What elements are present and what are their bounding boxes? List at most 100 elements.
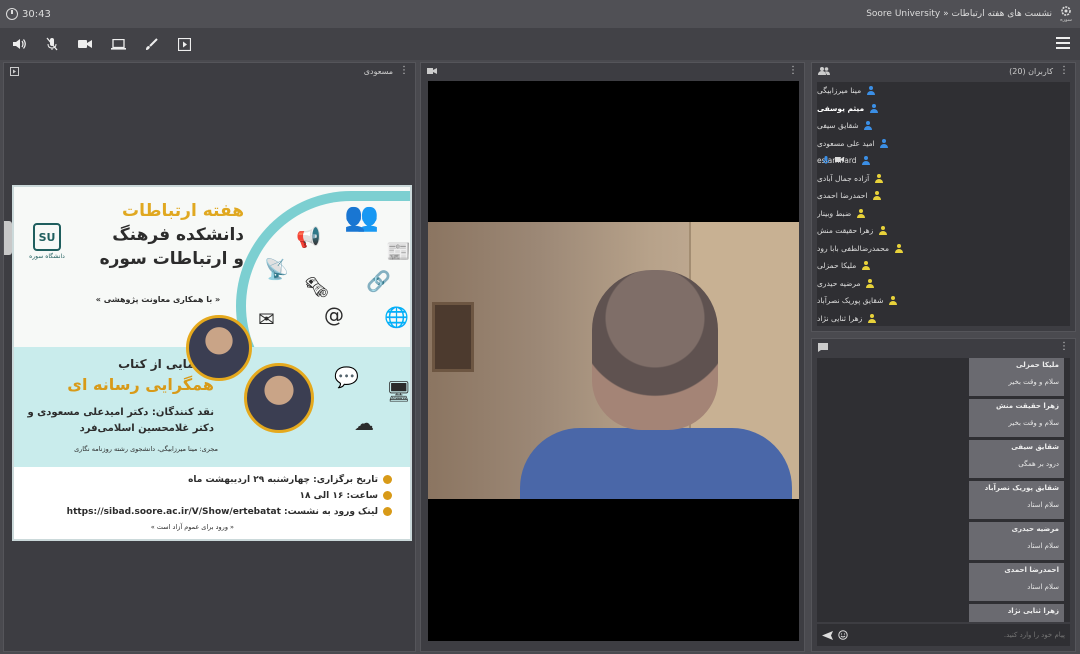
screen-share-button[interactable] bbox=[107, 33, 129, 55]
users-group-icon: 👥 bbox=[344, 200, 379, 233]
user-icon bbox=[866, 86, 875, 96]
user-name: شقایق سیفی bbox=[817, 121, 859, 131]
logo-caption: سوره bbox=[1060, 17, 1072, 23]
host-text: مجری: مینا میرزابیگی، دانشجوی رشته روزنا… bbox=[74, 445, 218, 453]
user-row[interactable]: eslamifard bbox=[817, 152, 1070, 170]
user-row[interactable]: میثم یوسفی bbox=[817, 100, 1070, 118]
user-name: ملیکا حمزلی bbox=[817, 261, 857, 271]
collapse-handle[interactable] bbox=[4, 221, 12, 255]
user-name: میثم یوسفی bbox=[817, 103, 865, 113]
poster-subtitle: « با همکاری معاونت پژوهشی » bbox=[95, 295, 221, 304]
video-options-button[interactable]: ⋮ bbox=[788, 66, 798, 76]
present-icon bbox=[10, 66, 19, 76]
user-name: امید علی مسعودی bbox=[817, 138, 875, 148]
cloud-upload-icon: ☁ bbox=[354, 411, 374, 435]
user-icon bbox=[874, 173, 883, 183]
present-icon bbox=[177, 37, 191, 51]
chat-options-button[interactable]: ⋮ bbox=[1059, 342, 1069, 352]
antenna-icon: 📡 bbox=[264, 257, 289, 281]
users-options-button[interactable]: ⋮ bbox=[1059, 66, 1069, 76]
user-row[interactable]: زهرا حقیقت منش bbox=[817, 222, 1070, 240]
send-button[interactable] bbox=[822, 630, 833, 640]
camera-icon bbox=[835, 157, 844, 162]
mail-icon: ✉ bbox=[258, 307, 275, 331]
email-at-icon: @ bbox=[324, 303, 344, 327]
chat-header: ⋮ bbox=[812, 339, 1075, 355]
chat-text: سلام و وقت بخیر bbox=[1008, 419, 1059, 427]
webcam-video[interactable] bbox=[428, 81, 799, 641]
users-icon bbox=[818, 67, 830, 75]
user-icon bbox=[869, 103, 878, 113]
newspaper-icon: 📰 bbox=[386, 239, 411, 263]
university-logo: سوره bbox=[1058, 5, 1074, 23]
presentation-options-button[interactable]: ⋮ bbox=[399, 66, 409, 76]
webcam-stream bbox=[428, 222, 799, 499]
logo-text: دانشگاه سوره bbox=[29, 253, 65, 260]
camera-icon bbox=[427, 68, 437, 74]
menu-button[interactable] bbox=[1056, 37, 1070, 49]
screen-share-icon bbox=[110, 38, 126, 50]
monitor-icon: 🖥 bbox=[386, 379, 412, 403]
chat-text: سلام و وقت بخیر bbox=[1008, 378, 1059, 386]
chat-text: سلام استاد bbox=[1027, 583, 1059, 591]
microphone-button[interactable] bbox=[41, 33, 63, 55]
poster-title: هفته ارتباطات دانشکده فرهنگ و ارتباطات س… bbox=[74, 199, 244, 271]
mic-active-icon bbox=[823, 156, 829, 164]
users-panel: کاربران (20) ⋮ مینا میرزابیگی میثم یوسفی ش… bbox=[811, 62, 1076, 332]
session-title: Soore University » نشست های هفته ارتباطا… bbox=[866, 5, 1074, 23]
chat-messages: ملیکا حمزلی سلام و وقت بخیر زهرا حقیقت منش… bbox=[817, 358, 1070, 622]
user-row[interactable]: شقایق سیفی bbox=[817, 117, 1070, 135]
logo-gear-icon bbox=[1061, 6, 1071, 16]
user-icon bbox=[866, 278, 875, 288]
chat-sender: شقایق پوریک نصرآباد bbox=[984, 484, 1059, 492]
user-row[interactable]: محمدرضالطفی بابا رود bbox=[817, 240, 1070, 258]
user-row[interactable]: مینا میرزابیگی bbox=[817, 82, 1070, 100]
timer-text: 30:43 bbox=[22, 8, 51, 20]
video-header: ⋮ bbox=[421, 63, 804, 79]
user-icon bbox=[864, 121, 873, 131]
title-line-3: و ارتباطات سوره bbox=[99, 249, 244, 269]
chat-icon bbox=[818, 342, 828, 352]
chat-text: سلام استاد bbox=[1027, 501, 1059, 509]
user-row[interactable]: ضبط وبینار bbox=[817, 205, 1070, 223]
user-row[interactable]: شقایق پوریک نصرآباد bbox=[817, 292, 1070, 310]
send-icon bbox=[822, 630, 833, 640]
chat-message: شقایق پوریک نصرآباد سلام استاد bbox=[969, 481, 1064, 519]
camera-button[interactable] bbox=[74, 33, 96, 55]
network-icon: 🔗 bbox=[366, 269, 391, 293]
speaker-button[interactable] bbox=[8, 33, 30, 55]
chat-sender: شقایق سیفی bbox=[1011, 443, 1059, 451]
session-timer: 30:43 bbox=[6, 8, 51, 20]
video-panel: ⋮ bbox=[420, 62, 805, 652]
globe-icon: 🌐 bbox=[384, 305, 409, 329]
user-row[interactable]: امید علی مسعودی bbox=[817, 135, 1070, 153]
user-name: احمدرضا احمدی bbox=[817, 191, 868, 201]
chat-sender: ملیکا حمزلی bbox=[1016, 361, 1059, 369]
user-row[interactable]: آزاده جمال آبادی bbox=[817, 170, 1070, 188]
event-note: « ورود برای عموم آزاد است » bbox=[150, 523, 234, 531]
user-row[interactable]: احمدرضا احمدی bbox=[817, 187, 1070, 205]
chat-input[interactable] bbox=[848, 631, 1065, 639]
user-row[interactable]: زهرا ثنایی نژاد bbox=[817, 310, 1070, 327]
chat-message: مرضیه حیدری سلام استاد bbox=[969, 522, 1064, 560]
chat-sender: زهرا حقیقت منش bbox=[996, 402, 1059, 410]
chat-bubbles-icon: 💬 bbox=[334, 365, 359, 389]
user-row[interactable]: مرضیه حیدری bbox=[817, 275, 1070, 293]
users-header: کاربران (20) ⋮ bbox=[812, 63, 1075, 79]
presentation-button[interactable] bbox=[173, 33, 195, 55]
clock-icon bbox=[6, 8, 18, 20]
users-count: کاربران (20) bbox=[1009, 66, 1053, 76]
user-icon bbox=[880, 138, 889, 148]
user-name: محمدرضالطفی بابا رود bbox=[817, 243, 889, 253]
critics-text: نقد کنندگان: دکتر امیدعلی مسعودی و دکتر … bbox=[27, 407, 214, 434]
user-row[interactable]: ملیکا حمزلی bbox=[817, 257, 1070, 275]
speaker-icon bbox=[13, 39, 26, 49]
emoji-button[interactable] bbox=[838, 630, 848, 640]
user-name: زهرا حقیقت منش bbox=[817, 226, 874, 236]
user-name: مرضیه حیدری bbox=[817, 278, 861, 288]
chat-panel: ⋮ ملیکا حمزلی سلام و وقت بخیر زهرا حقیقت م… bbox=[811, 338, 1076, 652]
whiteboard-button[interactable] bbox=[140, 33, 162, 55]
chat-sender: احمدرضا احمدی bbox=[1004, 566, 1059, 574]
breadcrumb: Soore University » نشست های هفته ارتباطا… bbox=[866, 9, 1052, 19]
camera-icon bbox=[78, 40, 92, 48]
